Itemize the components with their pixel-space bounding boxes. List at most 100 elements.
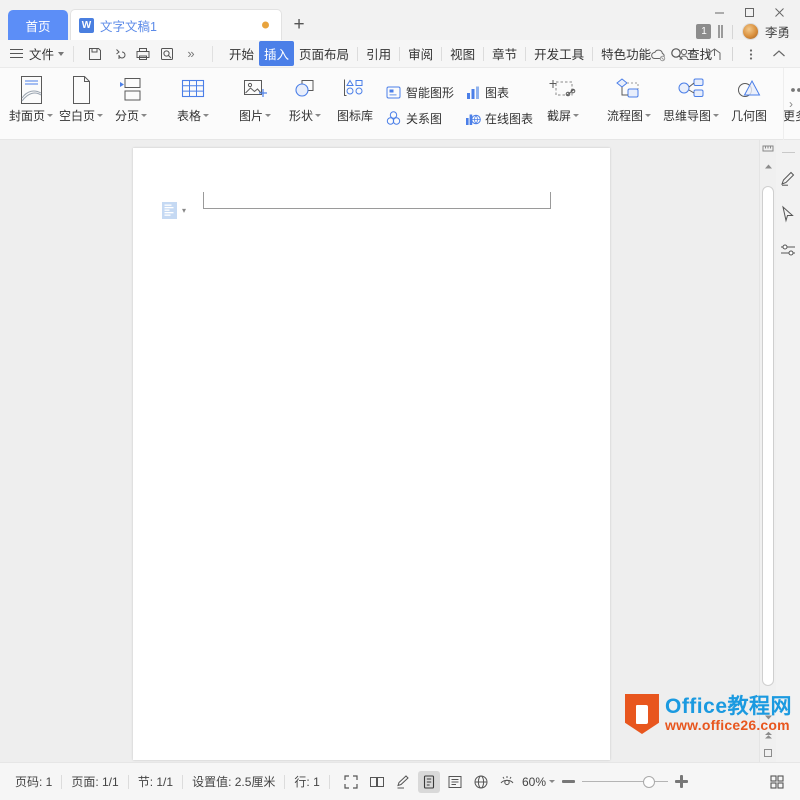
tab-zhangjie[interactable]: 章节: [487, 41, 522, 66]
page-break-button[interactable]: 分页: [106, 68, 156, 134]
scroll-up-button[interactable]: [760, 158, 776, 174]
chevron-down-icon: [265, 114, 271, 117]
icon-library-button[interactable]: 图标库: [330, 68, 380, 134]
add-collaborator-icon[interactable]: [673, 42, 699, 66]
cover-page-button[interactable]: 封面页: [6, 68, 56, 134]
tab-kaifagongju[interactable]: 开发工具: [529, 41, 589, 66]
online-chart-button[interactable]: 在线图表: [459, 105, 538, 131]
status-section[interactable]: 节: 1/1: [129, 773, 182, 790]
table-button[interactable]: 表格: [168, 68, 218, 134]
screenshot-label: 截屏: [547, 107, 580, 124]
blank-page-button[interactable]: 空白页: [56, 68, 106, 134]
account-name[interactable]: 李勇: [765, 22, 790, 41]
mindmap-button[interactable]: 思维导图: [658, 68, 724, 134]
notification-badge[interactable]: 1: [696, 24, 712, 39]
zoom-in-button[interactable]: [675, 775, 688, 788]
undo-icon[interactable]: [107, 43, 131, 65]
maximize-button[interactable]: [736, 2, 762, 22]
tab-shenyue[interactable]: 审阅: [403, 41, 438, 66]
zoom-out-button[interactable]: [562, 780, 575, 783]
highlighter-pen-icon[interactable]: [777, 167, 799, 189]
tab-kaishi[interactable]: 开始: [224, 41, 259, 66]
divider: [731, 24, 733, 39]
divider: [441, 46, 443, 61]
fullscreen-icon[interactable]: [340, 771, 362, 793]
vertical-scrollbar[interactable]: [759, 140, 776, 762]
scroll-down-button[interactable]: [760, 708, 776, 726]
screenshot-button[interactable]: 截屏: [538, 68, 588, 134]
minimize-button[interactable]: [706, 2, 732, 22]
line-left-tick: [203, 192, 204, 209]
maximize-icon: [744, 7, 754, 17]
status-set-value[interactable]: 设置值: 2.5厘米: [183, 773, 284, 790]
geometry-button[interactable]: 几何图: [724, 68, 774, 134]
layout-grid-icon[interactable]: [766, 771, 788, 793]
zoom-level-button[interactable]: 60%: [522, 775, 555, 789]
zoom-slider[interactable]: [582, 775, 668, 788]
chevron-down-icon: [549, 780, 555, 783]
select-cursor-icon[interactable]: [777, 203, 799, 225]
scrollbar-thumb[interactable]: [762, 186, 774, 686]
divider: [73, 45, 75, 62]
cloud-sync-icon[interactable]: [645, 42, 671, 66]
tab-shitu[interactable]: 视图: [445, 41, 480, 66]
panels-icon[interactable]: [718, 25, 723, 38]
close-icon: [774, 7, 784, 17]
smart-graphics-stack: 智能图形 关系图: [380, 68, 459, 138]
page-break-label: 分页: [115, 107, 147, 124]
edit-pen-icon[interactable]: [392, 771, 414, 793]
relation-chart-button[interactable]: 关系图: [380, 105, 459, 131]
select-browse-object-button[interactable]: [760, 744, 776, 762]
new-tab-button[interactable]: +: [282, 9, 316, 40]
collapse-ribbon-icon[interactable]: [766, 42, 792, 66]
tab-charu[interactable]: 插入: [259, 41, 295, 66]
online-chart-label: 在线图表: [485, 111, 534, 126]
chevron-down-icon: [203, 114, 209, 117]
document-page[interactable]: ▾: [133, 148, 610, 760]
chevron-down-icon: [315, 114, 321, 117]
document-workspace: ▾ Office教程网 www.office26.com: [0, 140, 800, 762]
tab-yemianbuju[interactable]: 页面布局: [294, 41, 354, 66]
two-page-view-icon[interactable]: [366, 771, 388, 793]
share-icon[interactable]: [701, 42, 727, 66]
avatar[interactable]: [741, 23, 759, 40]
chart-button[interactable]: 图表: [459, 79, 538, 105]
ribbon-group-pages: 封面页 空白页 分页: [6, 68, 156, 140]
print-preview-icon[interactable]: [155, 43, 179, 65]
account-area: 1 李勇: [696, 22, 790, 41]
more-options-icon[interactable]: [738, 42, 764, 66]
smart-art-button[interactable]: 智能图形: [380, 79, 459, 105]
app-menu-icon[interactable]: [10, 48, 23, 59]
inserted-line[interactable]: [203, 192, 551, 214]
tab-home[interactable]: 首页: [8, 10, 68, 40]
previous-page-button[interactable]: [760, 726, 776, 744]
unsaved-dot-icon: [262, 21, 269, 29]
ribbon-scroll-right-button[interactable]: ›: [783, 68, 798, 140]
picture-button[interactable]: 图片: [230, 68, 280, 134]
tab-yinyong[interactable]: 引用: [361, 41, 396, 66]
status-page-count[interactable]: 页面: 1/1: [62, 773, 127, 790]
flowchart-button[interactable]: 流程图: [600, 68, 658, 134]
layout-options-button[interactable]: ▾: [162, 202, 186, 219]
wps-writer-window: 首页 W 文字文稿1 + 1 李勇 文件 » 开始 插入 页面布局 引用 审阅 …: [0, 0, 800, 800]
tab-document[interactable]: W 文字文稿1: [70, 9, 282, 40]
outline-view-icon[interactable]: [444, 771, 466, 793]
eye-protect-icon[interactable]: [496, 771, 518, 793]
zoom-slider-thumb[interactable]: [643, 775, 655, 788]
shapes-button[interactable]: 形状: [280, 68, 330, 134]
status-line[interactable]: 行: 1: [285, 773, 328, 790]
print-icon[interactable]: [131, 43, 155, 65]
ribbon-toolbar: 封面页 空白页 分页 表格 图片 形状 图标库 智能图形 关系图 图表 在线图表…: [0, 68, 800, 140]
ruler-icon[interactable]: [760, 140, 776, 158]
relation-chart-icon: [386, 110, 401, 125]
save-icon[interactable]: [83, 43, 107, 65]
settings-sliders-icon[interactable]: [777, 239, 799, 261]
more-quick-icon[interactable]: »: [179, 43, 203, 65]
file-menu-button[interactable]: 文件: [29, 44, 65, 63]
web-view-icon[interactable]: [470, 771, 492, 793]
chart-icon: [467, 86, 480, 99]
divider: [483, 46, 485, 61]
status-page-number[interactable]: 页码: 1: [6, 773, 61, 790]
close-button[interactable]: [766, 2, 792, 22]
page-view-icon[interactable]: [417, 770, 440, 793]
